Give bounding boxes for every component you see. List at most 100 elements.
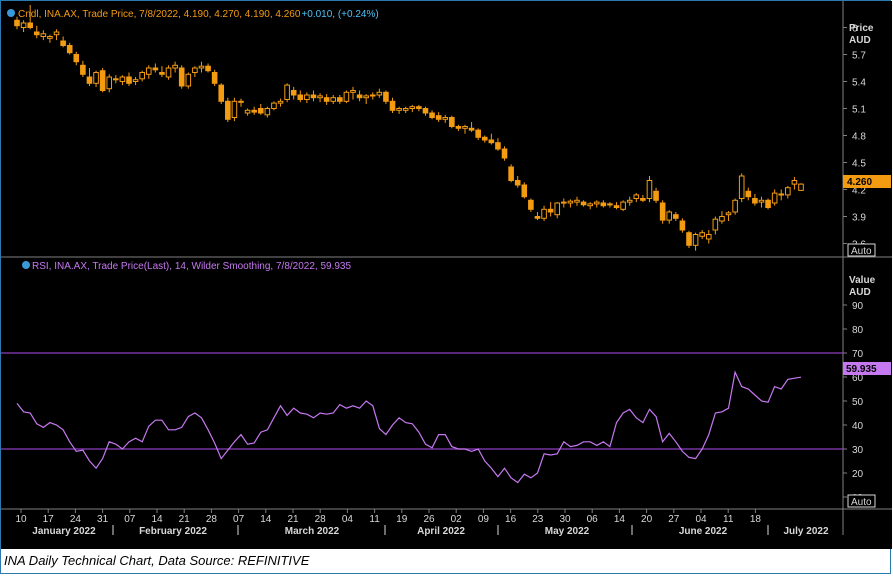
candle bbox=[356, 90, 363, 102]
candle-body-down bbox=[600, 202, 607, 207]
price-legend-text: Cndl, INA.AX, Trade Price, 7/8/2022, 4.1… bbox=[18, 9, 301, 20]
candle bbox=[178, 65, 185, 89]
candle bbox=[244, 108, 251, 116]
candle bbox=[310, 90, 317, 102]
candle bbox=[323, 94, 330, 105]
price-tick-label: 5.4 bbox=[852, 78, 866, 89]
candle-body-up bbox=[238, 100, 244, 103]
candle-body-down bbox=[765, 199, 771, 209]
candle-body-up bbox=[633, 194, 640, 199]
price-auto-button[interactable]: Auto bbox=[847, 243, 876, 257]
candle bbox=[238, 98, 244, 107]
candle bbox=[659, 200, 666, 224]
candle-body-down bbox=[435, 115, 442, 120]
candle bbox=[686, 230, 692, 248]
candle-body-up bbox=[785, 187, 791, 196]
candle-body-down bbox=[80, 64, 86, 75]
candle bbox=[633, 193, 640, 203]
candle-body-down bbox=[488, 139, 495, 144]
candle bbox=[20, 20, 27, 32]
rsi-legend-bullet-icon bbox=[22, 261, 30, 269]
candle bbox=[290, 86, 297, 100]
candle-body-down bbox=[383, 91, 389, 102]
candle bbox=[284, 83, 290, 103]
candle-body-down bbox=[416, 106, 422, 109]
price-last-label-text: 4.260 bbox=[847, 177, 872, 188]
candle bbox=[640, 194, 646, 203]
candle-body-up bbox=[271, 102, 277, 109]
rsi-line bbox=[16, 370, 802, 484]
rsi-auto-button[interactable]: Auto bbox=[847, 494, 876, 508]
candle bbox=[580, 200, 587, 207]
candle bbox=[468, 122, 475, 132]
candle bbox=[620, 200, 626, 212]
candle bbox=[139, 70, 145, 82]
candle bbox=[165, 65, 172, 80]
candle-body-down bbox=[86, 76, 93, 84]
price-legend: Cndl, INA.AX, Trade Price, 7/8/2022, 4.1… bbox=[7, 9, 379, 20]
x-day-label: 24 bbox=[70, 514, 82, 525]
candle-body-down bbox=[528, 199, 534, 210]
candle bbox=[257, 104, 264, 115]
candle-body-up bbox=[145, 67, 152, 75]
candle-body-up bbox=[343, 91, 350, 102]
price-tick-label: 3.9 bbox=[852, 213, 866, 224]
candle-body-up bbox=[771, 192, 778, 204]
candle-body-down bbox=[613, 205, 620, 208]
candle bbox=[462, 124, 468, 134]
candle-body-up bbox=[172, 64, 178, 69]
x-day-label: 07 bbox=[233, 514, 245, 525]
x-month-label: January 2022 bbox=[32, 526, 96, 537]
candle-body-up bbox=[231, 100, 238, 119]
candle-body-up bbox=[304, 94, 310, 100]
candle-body-up bbox=[666, 211, 673, 221]
candle-body-up bbox=[409, 106, 416, 109]
rsi-axis-unit: AUD bbox=[849, 287, 871, 298]
candle bbox=[99, 68, 106, 93]
candle-body-down bbox=[337, 97, 343, 102]
candle-body-up bbox=[350, 90, 356, 93]
candle bbox=[626, 196, 633, 206]
candle bbox=[60, 36, 66, 48]
candle bbox=[409, 104, 416, 113]
price-auto-label: Auto bbox=[851, 246, 872, 257]
candle bbox=[422, 106, 429, 116]
candle-body-down bbox=[547, 208, 554, 213]
candle-body-up bbox=[93, 72, 99, 84]
candle bbox=[673, 212, 679, 221]
candle bbox=[798, 183, 804, 191]
candle-body-down bbox=[290, 90, 297, 96]
candle bbox=[692, 232, 699, 251]
candle bbox=[574, 196, 580, 206]
x-day-label: 30 bbox=[559, 514, 571, 525]
candle bbox=[376, 88, 383, 98]
candle bbox=[521, 182, 528, 199]
candle bbox=[600, 200, 607, 208]
candle-body-up bbox=[317, 95, 323, 99]
candle bbox=[653, 187, 659, 203]
candle bbox=[699, 230, 705, 239]
candle bbox=[40, 30, 47, 41]
candle-body-up bbox=[791, 180, 798, 185]
rsi-tick-label: 30 bbox=[852, 445, 864, 456]
candle bbox=[554, 202, 561, 219]
candle-body-up bbox=[705, 234, 712, 240]
candle-body-down bbox=[389, 100, 396, 111]
candle bbox=[435, 112, 442, 122]
candle bbox=[80, 60, 86, 77]
candle-body-up bbox=[139, 72, 145, 80]
candle bbox=[225, 97, 231, 122]
candle-body-down bbox=[686, 232, 692, 246]
candle-body-down bbox=[225, 100, 231, 120]
candle bbox=[778, 189, 785, 201]
x-day-label: 18 bbox=[750, 514, 762, 525]
candle-body-up bbox=[620, 201, 626, 210]
x-day-label: 28 bbox=[315, 514, 327, 525]
x-month-label: May 2022 bbox=[545, 526, 590, 537]
candle bbox=[277, 98, 284, 107]
candle-body-down bbox=[73, 54, 80, 63]
x-day-label: 28 bbox=[206, 514, 218, 525]
x-month-label: July 2022 bbox=[783, 526, 828, 537]
candle-body-up bbox=[587, 203, 593, 207]
x-day-label: 19 bbox=[396, 514, 408, 525]
